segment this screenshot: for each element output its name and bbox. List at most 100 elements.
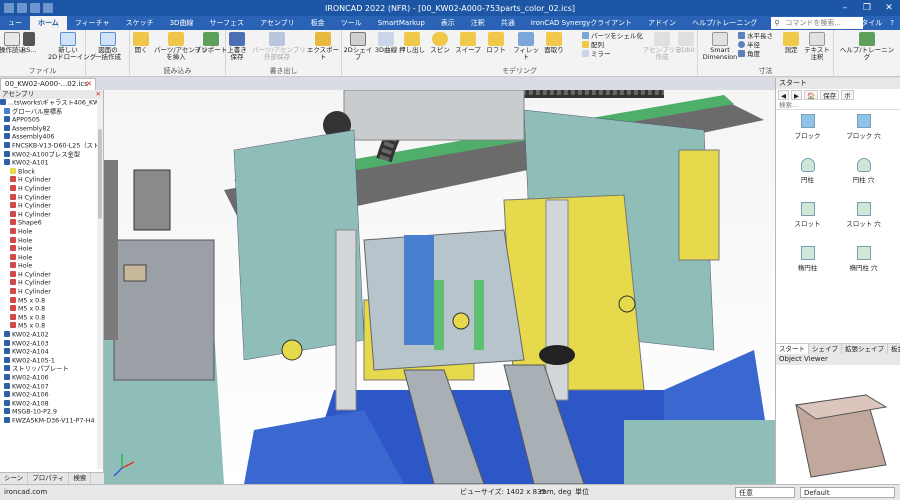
catalog-search-input[interactable]: 検索...	[776, 101, 900, 110]
tree-item[interactable]: Hole	[0, 227, 103, 237]
tab-properties[interactable]: プロパティ	[28, 473, 70, 484]
tree-item[interactable]: MSGB-10-P2.9	[0, 408, 103, 417]
tree-item[interactable]: H Cylinder	[0, 176, 103, 185]
new-2d-drawing-button[interactable]: 新しい 2Dドローイング	[48, 32, 96, 61]
qa-icon-2[interactable]	[17, 3, 27, 13]
object-viewer[interactable]	[776, 365, 900, 484]
help-training-button[interactable]: ヘルプ/トレーニング	[838, 32, 896, 61]
tree-item[interactable]: M5 x 0.8	[0, 322, 103, 331]
shell-button[interactable]: パーツをシェル化	[582, 32, 643, 41]
tree-item[interactable]: M5 x 0.8	[0, 305, 103, 314]
home-button[interactable]: 🏠	[804, 90, 819, 100]
save-button[interactable]: 上書き 保存	[222, 32, 252, 61]
chamfer-button[interactable]: 面取り	[538, 32, 570, 54]
command-search-input[interactable]: コマンドを検索...	[771, 17, 864, 29]
tab-extended-shapes[interactable]: 拡張シェイプ	[842, 344, 888, 354]
tree-item[interactable]: FNCSKB-V13-D60-L25（ストッパ）	[0, 141, 103, 151]
tab-surface[interactable]: サーフェス	[201, 16, 252, 30]
mirror-button[interactable]: ミラー	[582, 50, 611, 59]
catalog-item[interactable]: ブロック 穴	[836, 112, 891, 150]
catalog-more-button[interactable]: ボ	[841, 90, 854, 100]
close-panel-icon[interactable]: ✕	[96, 90, 101, 99]
tree-item[interactable]: APP0505	[0, 116, 103, 125]
rs-button[interactable]: RS...	[18, 32, 40, 54]
tree-item[interactable]: グローバル座標系	[0, 107, 103, 117]
open-button[interactable]: 開く	[126, 32, 156, 54]
tab-shapes[interactable]: シェイプ	[809, 344, 842, 354]
tab-sheetmetal-catalog[interactable]: 板金	[888, 344, 900, 354]
tab-addin[interactable]: アドイン	[640, 16, 684, 30]
close-icon[interactable]: ✕	[878, 0, 900, 16]
mode-select[interactable]: 任意	[735, 487, 795, 498]
tab-view[interactable]: 表示	[433, 16, 463, 30]
tab-home[interactable]: ホーム	[30, 16, 67, 30]
batch-drawing-button[interactable]: 図面の 一括作成	[88, 32, 128, 61]
tab-view-cut[interactable]: ュー	[0, 16, 30, 30]
tree-item[interactable]: Hole	[0, 253, 103, 263]
tree-item[interactable]: M5 x 0.8	[0, 296, 103, 306]
tab-feature[interactable]: フィーチャ	[67, 16, 118, 30]
horizontal-length-button[interactable]: 水平長さ	[738, 32, 773, 41]
tree-item[interactable]: Shape6	[0, 219, 103, 228]
forward-button[interactable]: ▶	[791, 90, 802, 100]
tab-3dcurve[interactable]: 3D曲線	[162, 16, 202, 30]
tree-item[interactable]: Assembly82	[0, 124, 103, 134]
style-select[interactable]: Default	[800, 487, 895, 498]
tree-item[interactable]: Assembly406	[0, 133, 103, 142]
tab-tools[interactable]: ツール	[333, 16, 370, 30]
tree-item[interactable]: ストリッパプレート	[0, 365, 103, 374]
tree-item[interactable]: KW02-A105-1	[0, 356, 103, 366]
loft-button[interactable]: ロフト	[480, 32, 512, 54]
insert-part-button[interactable]: パーツ/アセンブリ を挿入	[154, 32, 208, 61]
catalog-item[interactable]: ブロック	[780, 112, 835, 150]
smart-dimension-button[interactable]: Smart Dimension	[700, 32, 740, 61]
tree-item[interactable]: KW02-A104	[0, 348, 103, 357]
tree-item[interactable]: KW02-A102	[0, 331, 103, 340]
tab-assembly[interactable]: アセンブリ	[252, 16, 303, 30]
catalog-item[interactable]: スロット	[780, 200, 835, 238]
tree-item[interactable]: ...ts\works\ギャラスト406_KW02-A000-753p	[0, 99, 103, 108]
tab-start[interactable]: スタート	[776, 344, 809, 354]
tab-annotation[interactable]: 注釈	[463, 16, 493, 30]
tab-smartmarkup[interactable]: SmartMarkup	[370, 16, 433, 30]
tree-item[interactable]: H Cylinder	[0, 202, 103, 211]
radius-button[interactable]: 半径	[738, 41, 760, 50]
scene-scrollbar[interactable]	[97, 99, 103, 469]
tree-item[interactable]: KW02-A108	[0, 399, 103, 409]
tree-item[interactable]: H Cylinder	[0, 288, 103, 297]
tree-item[interactable]: KW02-A103	[0, 339, 103, 349]
tab-sketch[interactable]: スケッチ	[118, 16, 162, 30]
restore-icon[interactable]: ❐	[856, 0, 878, 16]
tree-item[interactable]: KW02-A106	[0, 374, 103, 383]
catalog-item[interactable]: 円柱 穴	[836, 156, 891, 194]
tab-help[interactable]: ヘルプ/トレーニング	[684, 16, 765, 30]
pattern-button[interactable]: 配列	[582, 41, 604, 50]
tree-item[interactable]: Hole	[0, 262, 103, 271]
tree-item[interactable]: KW02-A107	[0, 382, 103, 392]
text-annotation-button[interactable]: テキスト 注釈	[800, 32, 834, 61]
catalog-item[interactable]: スロット 穴	[836, 200, 891, 238]
angle-button[interactable]: 角度	[738, 50, 760, 59]
tree-item[interactable]: Hole	[0, 245, 103, 254]
qa-icon-4[interactable]	[43, 3, 53, 13]
document-tab[interactable]: 00_KW02-A000-...02.ics ✕	[0, 78, 96, 90]
tree-item[interactable]: Block	[0, 167, 103, 177]
tab-scene[interactable]: シーン	[0, 473, 29, 484]
tab-search[interactable]: 検索	[69, 473, 92, 484]
tree-item[interactable]: H Cylinder	[0, 279, 103, 288]
unit-label[interactable]: 単位	[575, 485, 589, 500]
tab-common[interactable]: 共通	[493, 16, 523, 30]
tree-item[interactable]: H Cylinder	[0, 184, 103, 194]
3d-viewport[interactable]	[104, 90, 775, 484]
catalog-save-button[interactable]: 保存	[820, 90, 840, 100]
style-menu[interactable]: スタイル	[854, 17, 882, 29]
3dbit-button[interactable]: 3Dbit	[672, 32, 700, 54]
tree-item[interactable]: KW02-A101	[0, 159, 103, 168]
catalog-item[interactable]: 楕円柱 穴	[836, 244, 891, 282]
catalog-item[interactable]: 円柱	[780, 156, 835, 194]
tree-item[interactable]: FWZA5KM-D36-V11-P7-H4	[0, 416, 103, 426]
tree-item[interactable]: Hole	[0, 236, 103, 246]
qa-icon-3[interactable]	[30, 3, 40, 13]
tree-item[interactable]: H Cylinder	[0, 210, 103, 220]
tree-item[interactable]: H Cylinder	[0, 193, 103, 203]
